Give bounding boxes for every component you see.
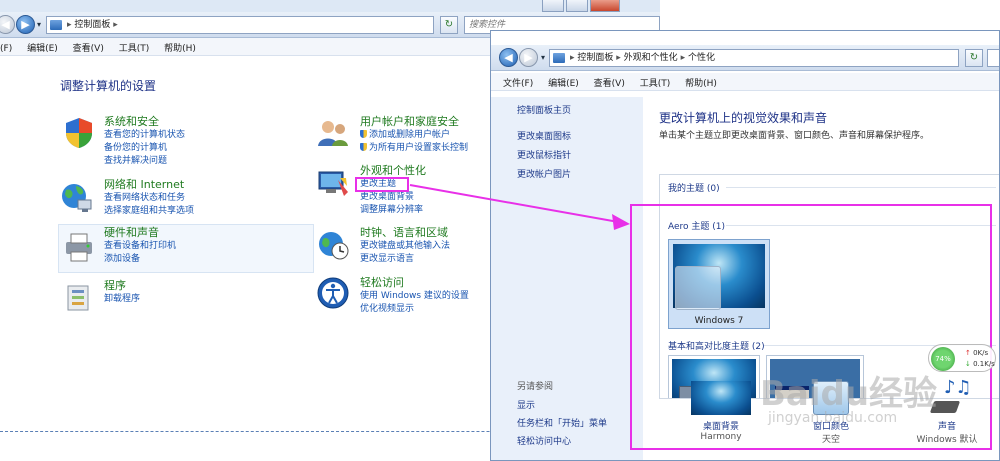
upload-speed: ↑ 0K/s: [965, 349, 988, 357]
link-add-device[interactable]: 添加设备: [104, 253, 176, 266]
menu-help[interactable]: 帮助(H): [679, 73, 723, 92]
category-user-accounts: 用户帐户和家庭安全 添加或删除用户帐户 为所有用户设置家长控制: [360, 115, 468, 155]
link-troubleshoot[interactable]: 查找并解决问题: [104, 155, 185, 168]
category-title[interactable]: 程序: [104, 279, 140, 293]
control-panel-icon: [50, 20, 62, 30]
category-clock-language-region: 时钟、语言和区域 更改键盘或其他输入法 更改显示语言: [360, 226, 450, 266]
category-ease-of-access: 轻松访问 使用 Windows 建议的设置 优化视频显示: [360, 276, 469, 316]
breadcrumb-appearance[interactable]: 外观和个性化: [624, 53, 678, 63]
page-title: 调整计算机的设置: [60, 79, 157, 93]
link-change-keyboard[interactable]: 更改键盘或其他输入法: [360, 240, 450, 253]
upload-value: 0K/s: [973, 349, 989, 357]
category-title[interactable]: 用户帐户和家庭安全: [360, 115, 468, 129]
link-homegroup[interactable]: 选择家庭组和共享选项: [104, 205, 194, 218]
clock-globe-icon: [319, 232, 349, 260]
link-add-remove-accounts[interactable]: 添加或删除用户帐户: [360, 129, 468, 142]
category-hardware-sound: 硬件和声音 查看设备和打印机 添加设备: [104, 226, 176, 266]
appearance-icon: [318, 171, 348, 196]
category-system-security: 系统和安全 查看您的计算机状态 备份您的计算机 查找并解决问题: [104, 115, 185, 168]
menu-help[interactable]: 帮助(H): [158, 38, 202, 57]
link-recommended-settings[interactable]: 使用 Windows 建议的设置: [360, 290, 469, 303]
search-input[interactable]: [987, 49, 999, 67]
category-hover-highlight: [58, 224, 314, 273]
forward-button[interactable]: ▶: [519, 48, 538, 67]
change-theme-highlight-box: [355, 177, 409, 192]
divider: [726, 187, 996, 188]
users-icon: [318, 121, 348, 146]
page-subtitle: 单击某个主题立即更改桌面背景、窗口颜色、声音和屏幕保护程序。: [659, 131, 930, 141]
group-my-themes: 我的主题 (0): [668, 184, 720, 194]
network-speed-widget[interactable]: 74% ↑ 0K/s ↓ 0.1K/s: [928, 344, 996, 372]
programs-icon: [67, 285, 89, 311]
link-parental-controls[interactable]: 为所有用户设置家长控制: [360, 142, 468, 155]
network-globe-icon: [62, 184, 92, 212]
task-pane: 控制面板主页 更改桌面图标 更改鼠标指针 更改帐户图片 另请参阅 显示 任务栏和…: [491, 97, 643, 460]
download-value: 0.1K/s: [973, 360, 995, 368]
watermark-logo: Baidu经验: [760, 374, 938, 414]
address-bar[interactable]: ▸ 控制面板 ▸: [46, 16, 434, 34]
control-panel-icon: [553, 53, 565, 63]
refresh-button[interactable]: ↻: [440, 16, 458, 34]
menu-edit[interactable]: 编辑(E): [21, 38, 64, 57]
download-speed: ↓ 0.1K/s: [965, 360, 995, 368]
link-change-display-language[interactable]: 更改显示语言: [360, 253, 450, 266]
category-title[interactable]: 时钟、语言和区域: [360, 226, 450, 240]
menu-file[interactable]: 文件(F): [491, 73, 539, 92]
link-view-computer-status[interactable]: 查看您的计算机状态: [104, 129, 185, 142]
maximize-button[interactable]: [566, 0, 588, 12]
link-uninstall-program[interactable]: 卸载程序: [104, 293, 140, 306]
ease-of-access-icon: [317, 277, 349, 309]
see-also-display[interactable]: 显示: [517, 398, 535, 411]
link-devices-printers[interactable]: 查看设备和打印机: [104, 240, 176, 253]
upload-arrow-icon: ↑: [965, 349, 974, 357]
menu-view[interactable]: 查看(V): [588, 73, 631, 92]
address-bar[interactable]: ▸ 控制面板 ▸ 外观和个性化 ▸ 个性化: [549, 49, 959, 67]
link-backup-computer[interactable]: 备份您的计算机: [104, 142, 185, 155]
category-title[interactable]: 网络和 Internet: [104, 178, 194, 192]
forward-button[interactable]: ▶: [16, 15, 35, 34]
back-button[interactable]: ◀: [0, 15, 15, 34]
address-text: 控制面板: [74, 20, 111, 30]
menu-view[interactable]: 查看(V): [67, 38, 110, 57]
see-also-taskbar-start-menu[interactable]: 任务栏和「开始」菜单: [517, 416, 607, 429]
page-title: 更改计算机上的视觉效果和声音: [659, 111, 828, 125]
link-optimize-video[interactable]: 优化视频显示: [360, 303, 469, 316]
breadcrumb-control-panel[interactable]: 控制面板: [577, 53, 613, 63]
title-bar: [0, 0, 660, 12]
category-title[interactable]: 硬件和声音: [104, 226, 176, 240]
back-button[interactable]: ◀: [499, 48, 518, 67]
see-also-heading: 另请参阅: [517, 382, 554, 392]
refresh-button[interactable]: ↻: [965, 49, 983, 67]
minimize-button[interactable]: [542, 0, 564, 12]
sidebar-change-mouse-pointers[interactable]: 更改鼠标指针: [517, 148, 571, 161]
sidebar-control-panel-home[interactable]: 控制面板主页: [517, 103, 571, 116]
navigation-bar: ◀ ▶ ▾ ▸ 控制面板 ▸ 外观和个性化 ▸ 个性化 ↻: [491, 45, 999, 71]
recent-pages-icon[interactable]: ▾: [541, 53, 545, 62]
download-arrow-icon: ↓: [965, 360, 974, 368]
link-adjust-resolution[interactable]: 调整屏幕分辨率: [360, 204, 426, 217]
printer-icon: [66, 233, 92, 262]
category-title[interactable]: 外观和个性化: [360, 164, 426, 178]
menu-tools[interactable]: 工具(T): [634, 73, 677, 92]
shield-icon: [66, 118, 92, 148]
recent-pages-icon[interactable]: ▾: [37, 20, 41, 29]
menu-tools[interactable]: 工具(T): [113, 38, 156, 57]
menu-file[interactable]: (F): [0, 41, 18, 57]
category-network-internet: 网络和 Internet 查看网络状态和任务 选择家庭组和共享选项: [104, 178, 194, 218]
close-button[interactable]: [590, 0, 620, 12]
category-programs: 程序 卸载程序: [104, 279, 140, 306]
see-also-ease-of-access-center[interactable]: 轻松访问中心: [517, 434, 571, 447]
sidebar-change-account-picture[interactable]: 更改帐户图片: [517, 167, 571, 180]
sidebar-change-desktop-icons[interactable]: 更改桌面图标: [517, 129, 571, 142]
link-network-status[interactable]: 查看网络状态和任务: [104, 192, 194, 205]
watermark-url: jingyan.baidu.com: [768, 410, 898, 426]
link-change-desktop-background[interactable]: 更改桌面背景: [360, 191, 426, 204]
category-title[interactable]: 轻松访问: [360, 276, 469, 290]
breadcrumb-personalization[interactable]: 个性化: [688, 53, 715, 63]
category-title[interactable]: 系统和安全: [104, 115, 185, 129]
menu-edit[interactable]: 编辑(E): [542, 73, 585, 92]
menu-bar: 文件(F) 编辑(E) 查看(V) 工具(T) 帮助(H): [491, 73, 999, 91]
